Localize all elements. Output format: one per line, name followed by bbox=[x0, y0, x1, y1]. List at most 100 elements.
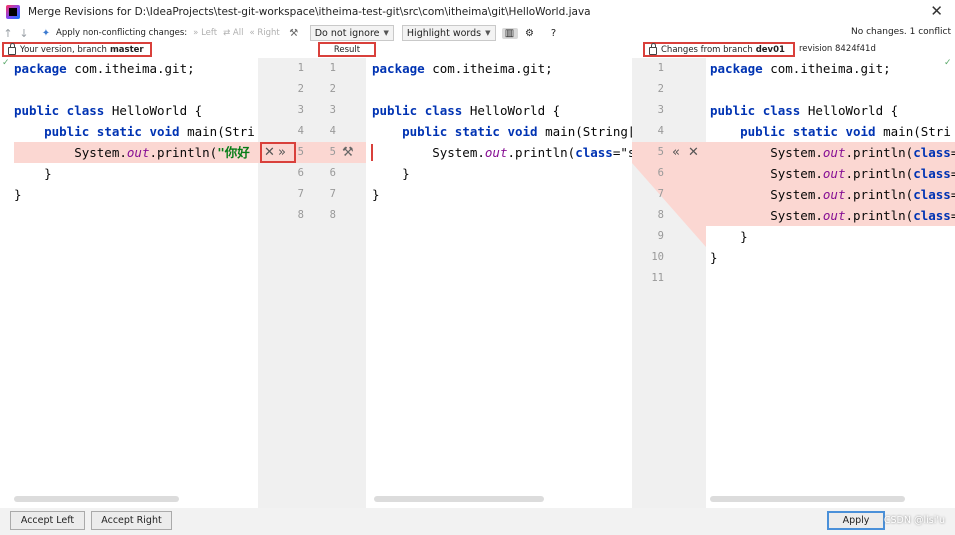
line-number: 7 bbox=[657, 188, 664, 200]
line-number: 3 bbox=[657, 104, 664, 116]
line-number: 8 bbox=[657, 209, 664, 221]
right-panel-header: Changes from branch dev01 bbox=[643, 42, 795, 57]
code-line: } bbox=[710, 229, 748, 244]
line-number: 8 bbox=[329, 209, 336, 221]
magic-resolve-icon[interactable]: ⚒ bbox=[342, 142, 354, 163]
merge-toolbar: ↑ ↓ ✦ Apply non-conflicting changes: » L… bbox=[0, 24, 955, 42]
code-line: } bbox=[372, 166, 410, 181]
accept-right-chevrons-icon[interactable]: « bbox=[672, 142, 680, 163]
intellij-logo-icon bbox=[6, 5, 20, 19]
lock-icon bbox=[8, 42, 16, 55]
watermark: CSDN @lisi'u bbox=[883, 515, 945, 526]
line-number: 1 bbox=[297, 62, 304, 74]
code-line: package com.itheima.git; bbox=[372, 61, 553, 76]
apply-left-button[interactable]: » Left bbox=[193, 28, 217, 38]
close-icon[interactable]: ✕ bbox=[930, 2, 943, 20]
result-editor[interactable]: package com.itheima.git; public class Hel… bbox=[366, 58, 632, 508]
apply-non-conflicting-label: Apply non-conflicting changes: bbox=[56, 28, 188, 38]
line-number: 3 bbox=[297, 104, 304, 116]
lock-icon bbox=[649, 42, 657, 55]
horizontal-scrollbar[interactable] bbox=[374, 496, 544, 502]
line-number: 9 bbox=[657, 230, 664, 242]
apply-left-label: Left bbox=[201, 28, 218, 38]
line-number: 4 bbox=[297, 125, 304, 137]
chevron-down-icon: ▼ bbox=[485, 29, 491, 37]
code-line: public class HelloWorld { bbox=[710, 103, 899, 118]
chevron-down-icon: ▼ bbox=[383, 29, 389, 37]
line-number: 5 bbox=[657, 146, 664, 158]
code-line: System.out.println(class="str">"新增. bbox=[710, 208, 955, 223]
code-line: System.out.println(class="str">"HelloWo bbox=[372, 145, 632, 160]
highlight-words-dropdown[interactable]: Highlight words ▼ bbox=[401, 25, 496, 41]
left-header-label: Your version, branch bbox=[20, 44, 107, 55]
line-number: 5 bbox=[329, 146, 336, 158]
line-number: 6 bbox=[297, 167, 304, 179]
code-line: } bbox=[710, 250, 718, 265]
window-title: Merge Revisions for D:\IdeaProjects\test… bbox=[28, 6, 591, 18]
line-number: 6 bbox=[657, 167, 664, 179]
line-number: 2 bbox=[329, 83, 336, 95]
line-number: 7 bbox=[329, 188, 336, 200]
magic-wand-icon[interactable]: ✦ bbox=[38, 28, 54, 39]
result-panel-header: Result bbox=[318, 42, 376, 57]
code-line: public static void main(String[ bbox=[402, 124, 632, 139]
code-line: System.out.println("你好 bbox=[14, 145, 250, 160]
code-line: public class HelloWorld { bbox=[14, 103, 203, 118]
code-line: System.out.println(class="str">"新增 bbox=[710, 187, 955, 202]
help-icon[interactable]: ? bbox=[546, 28, 562, 39]
line-number: 1 bbox=[657, 62, 664, 74]
magic-resolve-icon[interactable]: ⚒ bbox=[286, 28, 302, 39]
left-editor[interactable]: ✓ package com.itheima.git; public class … bbox=[0, 58, 258, 508]
code-line: } bbox=[14, 187, 22, 202]
next-change-icon[interactable]: ↓ bbox=[16, 27, 32, 40]
line-number: 2 bbox=[297, 83, 304, 95]
line-number: 8 bbox=[297, 209, 304, 221]
previous-change-icon[interactable]: ↑ bbox=[0, 27, 16, 40]
line-number: 7 bbox=[297, 188, 304, 200]
line-number: 11 bbox=[651, 272, 664, 284]
left-branch-name: master bbox=[109, 44, 144, 55]
discard-left-icon[interactable]: ✕ bbox=[264, 142, 275, 163]
apply-button[interactable]: Apply bbox=[827, 511, 885, 530]
code-line: System.out.println(class="str">"Hell bbox=[710, 145, 955, 160]
discard-right-icon[interactable]: ✕ bbox=[688, 142, 699, 163]
code-line: package com.itheima.git; bbox=[710, 61, 891, 76]
apply-right-button[interactable]: « Right bbox=[249, 28, 279, 38]
accept-right-button[interactable]: Accept Right bbox=[91, 511, 172, 530]
apply-all-button[interactable]: ⇄ All bbox=[223, 28, 243, 38]
code-line: public class HelloWorld { bbox=[372, 103, 561, 118]
code-line: package com.itheima.git; bbox=[14, 61, 195, 76]
result-header-label: Result bbox=[333, 44, 361, 55]
gear-icon[interactable]: ⚙ bbox=[522, 28, 538, 39]
right-editor[interactable]: ✓ package com.itheima.git; public class H… bbox=[706, 58, 955, 508]
highlight-words-value: Highlight words bbox=[406, 27, 482, 39]
ignore-whitespace-value: Do not ignore bbox=[314, 27, 380, 39]
line-number: 1 bbox=[329, 62, 336, 74]
check-icon: ✓ bbox=[944, 58, 952, 68]
line-number: 2 bbox=[657, 83, 664, 95]
line-number: 4 bbox=[329, 125, 336, 137]
ignore-whitespace-dropdown[interactable]: Do not ignore ▼ bbox=[309, 25, 394, 41]
code-line: } bbox=[14, 166, 52, 181]
panel-headers: Your version, branch master Result Chang… bbox=[0, 42, 955, 58]
apply-right-label: Right bbox=[257, 28, 280, 38]
left-gutter: 12345678 12345678 ✕ » ⚒ bbox=[258, 58, 366, 508]
line-number: 10 bbox=[651, 251, 664, 263]
code-line: public static void main(Stri bbox=[740, 124, 951, 139]
line-number: 3 bbox=[329, 104, 336, 116]
accept-left-button[interactable]: Accept Left bbox=[10, 511, 85, 530]
accept-left-chevrons-icon[interactable]: » bbox=[278, 142, 286, 163]
code-line: public static void main(Stri bbox=[44, 124, 255, 139]
title-bar: Merge Revisions for D:\IdeaProjects\test… bbox=[0, 0, 955, 24]
apply-all-label: All bbox=[232, 28, 244, 38]
horizontal-scrollbar[interactable] bbox=[710, 496, 905, 502]
left-panel-header: Your version, branch master bbox=[2, 42, 152, 57]
line-number: 6 bbox=[329, 167, 336, 179]
code-line: } bbox=[372, 187, 380, 202]
right-header-label: Changes from branch bbox=[661, 44, 753, 55]
check-icon: ✓ bbox=[2, 58, 10, 68]
code-line: System.out.println(class="str">"新增 bbox=[710, 166, 955, 181]
horizontal-scrollbar[interactable] bbox=[14, 496, 179, 502]
right-branch-name: dev01 bbox=[755, 44, 785, 55]
side-by-side-icon[interactable]: ▥ bbox=[501, 27, 518, 39]
